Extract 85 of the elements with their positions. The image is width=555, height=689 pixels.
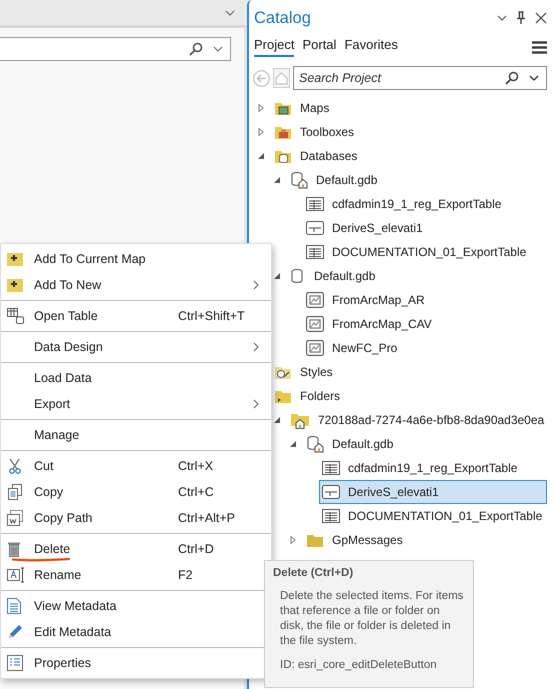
tree-item[interactable]: Styles — [271, 360, 547, 384]
rename-icon — [7, 567, 25, 583]
document-icon — [7, 598, 21, 614]
feature-class-icon — [306, 316, 324, 332]
raster-icon — [306, 221, 324, 235]
feature-class-icon — [306, 292, 324, 308]
add-layer-icon — [7, 252, 23, 266]
panel-title: Catalog — [254, 8, 311, 28]
pin-icon[interactable] — [516, 11, 526, 25]
collapsed-arrow-icon[interactable] — [289, 536, 297, 544]
menu-item[interactable]: Add To New — [1, 272, 271, 298]
feature-class-icon — [306, 340, 324, 356]
chevron-down-icon[interactable] — [497, 15, 507, 21]
collapsed-arrow-icon[interactable] — [257, 128, 265, 136]
tree-item[interactable]: DOCUMENTATION_01_ExportTable — [303, 240, 547, 264]
tree-item[interactable]: FromArcMap_CAV — [303, 312, 547, 336]
styles-folder-icon — [274, 364, 292, 380]
table-icon — [322, 509, 340, 523]
close-icon[interactable] — [535, 12, 547, 24]
database-home-icon — [306, 435, 324, 453]
database-home-icon — [290, 171, 308, 189]
home-folder-icon — [290, 411, 310, 429]
collapsed-arrow-icon[interactable] — [257, 104, 265, 112]
database-folder-icon — [274, 148, 292, 164]
menu-item[interactable]: Copy Ctrl+C — [1, 479, 271, 505]
menu-icon[interactable] — [532, 40, 547, 54]
selected-tree-item[interactable]: DeriveS_elevati1 — [319, 480, 547, 504]
menu-item[interactable]: Copy Path Ctrl+Alt+P — [1, 505, 271, 531]
tree-item[interactable]: Maps — [271, 96, 547, 120]
table-icon — [7, 308, 25, 324]
tree-item[interactable]: Default.gdb — [303, 432, 547, 456]
tab[interactable]: Project — [254, 37, 294, 57]
pencil-icon — [7, 624, 23, 640]
tab[interactable]: Portal — [302, 37, 336, 57]
tree-item[interactable]: 720188ad-7274-4a6e-bfb8-8da90ad3e0ea — [287, 408, 547, 432]
table-icon — [306, 245, 324, 259]
dropdown-icon[interactable] — [529, 75, 539, 81]
trash-icon — [7, 541, 21, 557]
map-folder-icon — [274, 100, 292, 116]
tree-item[interactable]: Databases — [271, 144, 547, 168]
search-field[interactable]: Search Project — [293, 66, 547, 90]
toolbox-folder-icon — [274, 124, 292, 140]
menu-item[interactable]: Export — [1, 391, 271, 417]
tree-item[interactable]: Toolboxes — [271, 120, 547, 144]
tooltip-text: Delete the selected items. For items that reference a file or folder on disk, the file or folder is deleted in the file system. — [279, 589, 464, 649]
menu-item[interactable]: Add To Current Map — [1, 246, 271, 272]
tree-item[interactable]: cdfadmin19_1_reg_ExportTable — [319, 456, 547, 480]
tree-item[interactable]: DeriveS_elevati1 — [303, 216, 547, 240]
expanded-arrow-icon[interactable] — [289, 440, 297, 448]
copy-path-icon — [7, 510, 23, 526]
search-icon[interactable] — [505, 71, 519, 85]
tree-item[interactable]: GpMessages — [303, 528, 547, 552]
tab[interactable]: Favorites — [344, 37, 398, 57]
folder-icon — [274, 388, 292, 404]
table-icon — [306, 197, 324, 211]
menu-item[interactable]: Manage — [1, 422, 271, 448]
menu-item[interactable]: Load Data — [1, 365, 271, 391]
chevron-down-icon[interactable] — [225, 10, 235, 16]
tooltip-title: Delete (Ctrl+D) — [273, 567, 354, 579]
menu-item[interactable]: Data Design — [1, 334, 271, 360]
search-field[interactable] — [0, 37, 231, 61]
raster-icon — [322, 485, 340, 499]
copy-icon — [7, 484, 23, 500]
properties-icon — [7, 655, 23, 671]
add-layer-icon — [7, 278, 23, 292]
tree-item[interactable]: FromArcMap_AR — [303, 288, 547, 312]
tooltip-id: ID: esri_core_editDeleteButton — [279, 659, 438, 671]
tree-item[interactable]: NewFC_Pro — [303, 336, 547, 360]
tree-item[interactable]: DOCUMENTATION_01_ExportTable — [319, 504, 547, 528]
expanded-arrow-icon[interactable] — [273, 416, 281, 424]
tree-item[interactable]: Folders — [271, 384, 547, 408]
tree-item[interactable]: Default.gdb — [287, 168, 547, 192]
dropdown-icon[interactable] — [213, 46, 223, 52]
table-icon — [322, 461, 340, 475]
tree-item[interactable]: Default.gdb — [287, 264, 547, 288]
expanded-arrow-icon[interactable] — [273, 272, 281, 280]
expanded-arrow-icon[interactable] — [257, 152, 265, 160]
search-icon[interactable] — [189, 42, 203, 56]
tree-item[interactable]: cdfadmin19_1_reg_ExportTable — [303, 192, 547, 216]
menu-item[interactable]: Cut Ctrl+X — [1, 453, 271, 479]
scissors-icon — [7, 458, 23, 474]
menu-item[interactable]: Delete Ctrl+D — [1, 536, 271, 562]
folder-icon — [306, 532, 324, 548]
menu-item[interactable]: Open Table Ctrl+Shift+T — [1, 303, 271, 329]
expanded-arrow-icon[interactable] — [273, 176, 281, 184]
